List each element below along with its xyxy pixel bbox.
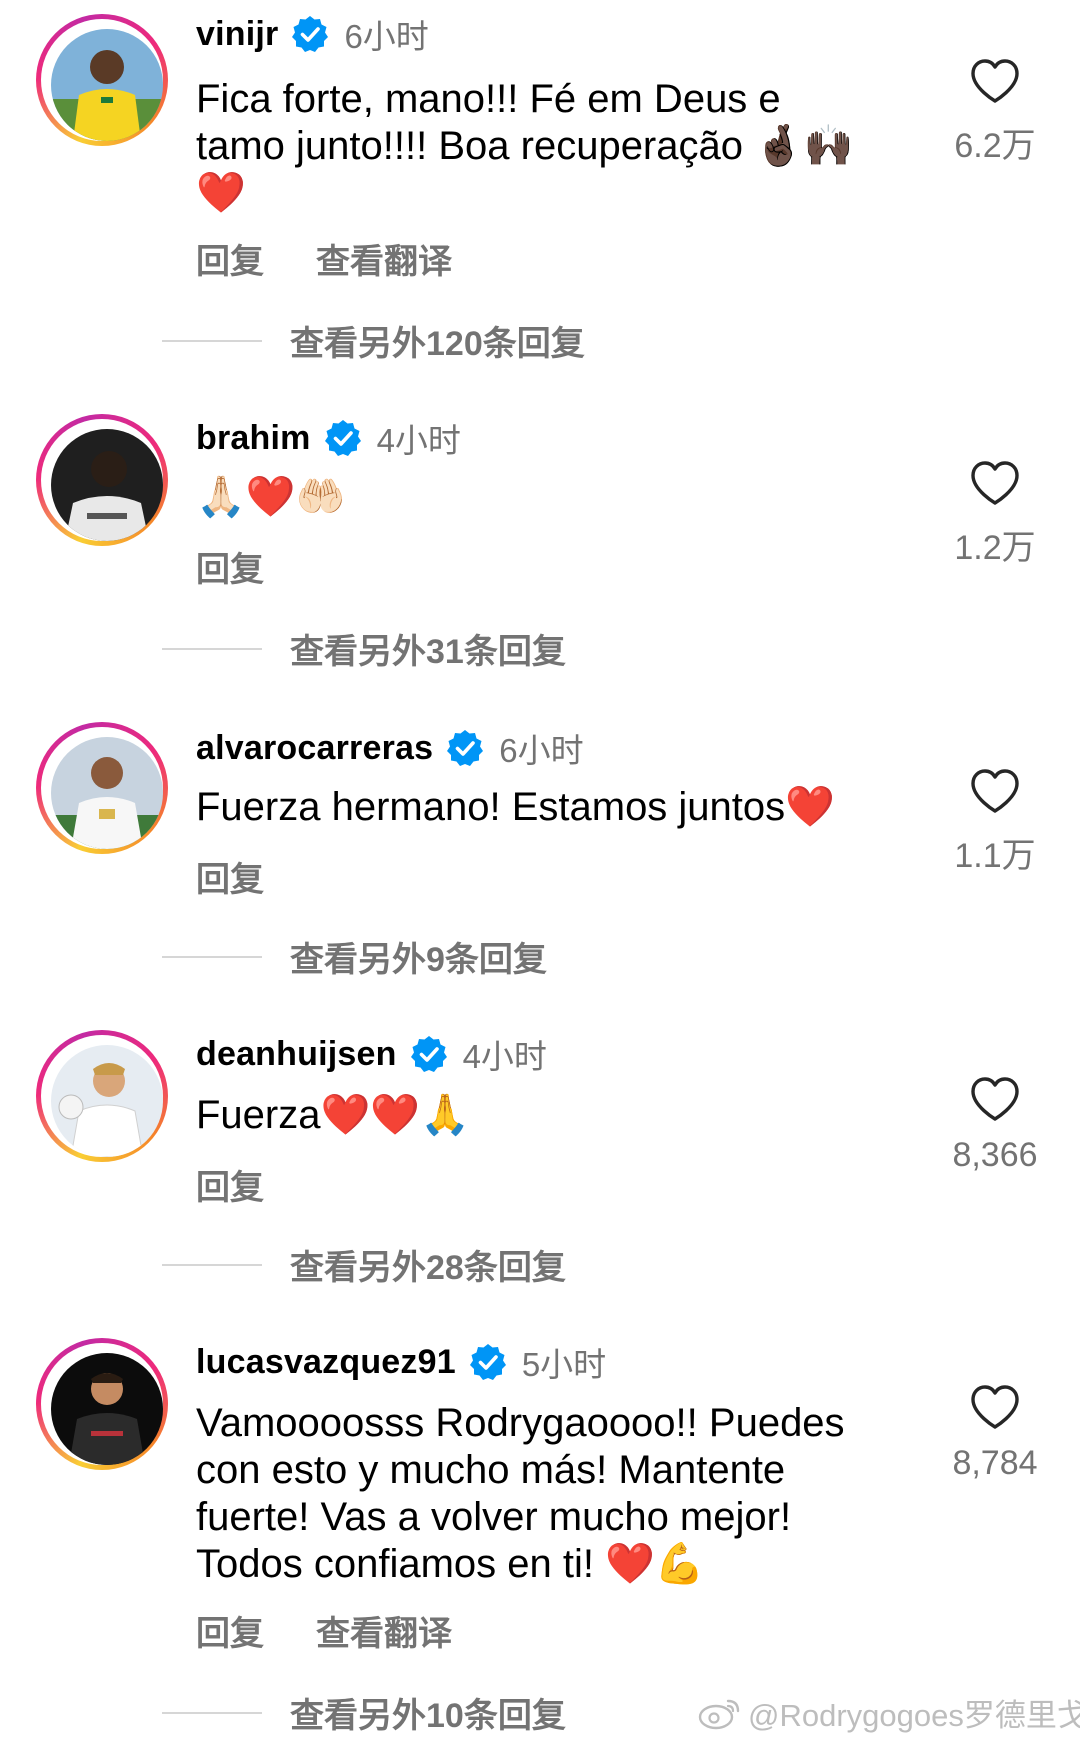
comment-text: Vamoooosss Rodrygaoooo!! Puedes con esto… — [196, 1401, 845, 1586]
translate-button[interactable]: 查看翻译 — [316, 234, 452, 283]
verified-badge-icon — [469, 1344, 506, 1380]
view-replies-button[interactable]: 查看另外10条回复 — [162, 1688, 566, 1737]
verified-badge-icon — [324, 420, 361, 456]
watermark: @Rodrygogoes罗德里戈 — [698, 1690, 1080, 1735]
comment-text: Fica forte, mano!!! Fé em Deus e tamo ju… — [196, 77, 854, 215]
heart-outline-icon[interactable] — [970, 58, 1020, 104]
replies-divider — [162, 339, 262, 342]
username[interactable]: deanhuijsen — [196, 1035, 397, 1074]
view-replies-label: 查看另外10条回复 — [290, 1697, 566, 1735]
like-count: 1.1万 — [954, 837, 1036, 875]
heart-outline-icon[interactable] — [970, 1384, 1020, 1430]
comment-timestamp: 4小时 — [462, 1038, 547, 1075]
like-count: 6.2万 — [954, 127, 1036, 165]
view-replies-button[interactable]: 查看另外9条回复 — [162, 932, 547, 981]
comment-timestamp: 4小时 — [376, 422, 461, 459]
username[interactable]: vinijr — [196, 15, 278, 54]
comment-text: 🙏🏻❤️🤲🏻 — [196, 475, 346, 519]
watermark-text: @Rodrygogoes罗德里戈 — [748, 1698, 1080, 1733]
view-replies-label: 查看另外120条回复 — [290, 325, 585, 363]
replies-divider — [162, 647, 262, 650]
view-replies-label: 查看另外9条回复 — [290, 941, 547, 979]
view-replies-button[interactable]: 查看另外120条回复 — [162, 316, 585, 365]
avatar[interactable] — [36, 414, 168, 546]
heart-outline-icon[interactable] — [970, 768, 1020, 814]
verified-badge-icon — [447, 730, 484, 766]
view-replies-button[interactable]: 查看另外28条回复 — [162, 1240, 566, 1289]
avatar[interactable] — [36, 14, 168, 146]
username[interactable]: lucasvazquez91 — [196, 1343, 456, 1382]
reply-button[interactable]: 回复 — [196, 1160, 264, 1209]
reply-button[interactable]: 回复 — [196, 852, 264, 901]
heart-outline-icon[interactable] — [970, 460, 1020, 506]
username[interactable]: alvarocarreras — [196, 729, 433, 768]
avatar[interactable] — [36, 722, 168, 854]
like-count: 8,784 — [952, 1444, 1038, 1482]
comment-text: Fuerza❤️❤️🙏 — [196, 1093, 470, 1137]
translate-button[interactable]: 查看翻译 — [316, 1606, 452, 1655]
verified-badge-icon — [410, 1036, 447, 1072]
reply-button[interactable]: 回复 — [196, 1606, 264, 1655]
comment-timestamp: 5小时 — [521, 1346, 607, 1383]
username[interactable]: brahim — [196, 419, 311, 458]
heart-outline-icon[interactable] — [970, 1076, 1020, 1122]
reply-button[interactable]: 回复 — [196, 542, 264, 591]
view-replies-button[interactable]: 查看另外31条回复 — [162, 624, 566, 673]
reply-button[interactable]: 回复 — [196, 234, 264, 283]
view-replies-label: 查看另外28条回复 — [290, 1249, 566, 1287]
replies-divider — [162, 955, 262, 958]
comment-text: Fuerza hermano! Estamos juntos❤️ — [196, 785, 835, 829]
verified-badge-icon — [292, 16, 329, 52]
view-replies-label: 查看另外31条回复 — [290, 633, 566, 671]
comment-timestamp: 6小时 — [344, 18, 429, 55]
weibo-logo-icon — [698, 1699, 740, 1729]
replies-divider — [162, 1263, 262, 1266]
avatar[interactable] — [36, 1338, 168, 1470]
avatar[interactable] — [36, 1030, 168, 1162]
comment-timestamp: 6小时 — [499, 732, 584, 769]
like-count: 1.2万 — [954, 529, 1036, 567]
like-count: 8,366 — [952, 1136, 1038, 1174]
replies-divider — [162, 1711, 262, 1714]
